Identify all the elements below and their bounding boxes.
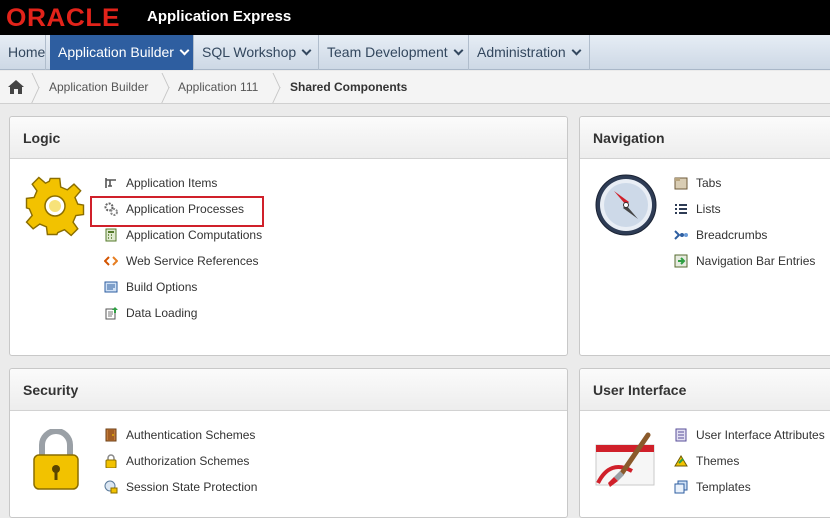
item-label: Templates xyxy=(696,480,751,494)
list-item[interactable]: Build Options xyxy=(104,278,197,296)
panel-title: Security xyxy=(10,369,567,411)
chevron-down-icon xyxy=(301,45,312,56)
tabs-icon xyxy=(674,176,688,190)
chevron-down-icon xyxy=(179,45,190,56)
item-label: Build Options xyxy=(126,280,198,294)
tab-label: SQL Workshop xyxy=(202,44,297,60)
list-item[interactable]: Application Items xyxy=(104,174,217,192)
session-protection-icon xyxy=(104,480,118,494)
list-item[interactable]: Data Loading xyxy=(104,304,197,322)
list-item[interactable]: Breadcrumbs xyxy=(674,226,767,244)
item-label: Web Service References xyxy=(126,254,259,268)
item-label: User Interface Attributes xyxy=(696,428,825,442)
list-item[interactable]: Authorization Schemes xyxy=(104,452,249,470)
tab-application-builder[interactable]: Application Builder xyxy=(50,35,194,70)
tab-team-development[interactable]: Team Development xyxy=(319,35,469,70)
security-panel: Security Authentication Schemes Authoriz… xyxy=(9,368,568,518)
lock-icon xyxy=(104,454,118,469)
tab-label: Home xyxy=(8,44,46,60)
templates-icon xyxy=(674,480,688,494)
main-nav: Home Application Builder SQL Workshop Te… xyxy=(0,35,830,70)
list-item[interactable]: Lists xyxy=(674,200,721,218)
breadcrumb-application-builder[interactable]: Application Builder xyxy=(49,71,148,104)
breadcrumbs-icon xyxy=(674,228,688,242)
navigation-bar-icon xyxy=(674,254,688,268)
web-service-icon xyxy=(103,254,119,268)
oracle-logo[interactable]: ORACLE xyxy=(6,4,120,32)
breadcrumb-application[interactable]: Application 111 xyxy=(178,71,258,104)
list-icon xyxy=(674,202,688,216)
breadcrumb-current: Shared Components xyxy=(290,80,408,94)
gear-icon xyxy=(24,175,86,240)
list-item[interactable]: Themes xyxy=(674,452,739,470)
item-label: Session State Protection xyxy=(126,480,258,494)
item-label: Lists xyxy=(696,202,721,216)
ui-attributes-icon xyxy=(674,428,688,442)
item-label: Authorization Schemes xyxy=(126,454,250,468)
user-interface-panel: User Interface User Interface Attributes… xyxy=(579,368,830,518)
item-label: Themes xyxy=(696,454,740,468)
list-item[interactable]: Authentication Schemes xyxy=(104,426,255,444)
panel-title: User Interface xyxy=(580,369,830,411)
item-label: Breadcrumbs xyxy=(696,228,768,242)
list-item[interactable]: Application Computations xyxy=(104,226,262,244)
breadcrumb: Application Builder Application 111 Shar… xyxy=(0,71,830,104)
padlock-icon xyxy=(30,428,82,494)
item-label: Application Items xyxy=(126,176,218,190)
list-item[interactable]: Tabs xyxy=(674,174,721,192)
tab-administration[interactable]: Administration xyxy=(469,35,590,70)
tab-sql-workshop[interactable]: SQL Workshop xyxy=(194,35,319,70)
panel-title: Logic xyxy=(10,117,567,159)
authentication-door-icon xyxy=(104,428,118,442)
list-item[interactable]: User Interface Attributes xyxy=(674,426,825,444)
calculator-icon xyxy=(104,228,118,242)
tab-label: Team Development xyxy=(327,44,448,60)
list-item[interactable]: Templates xyxy=(674,478,751,496)
chevron-down-icon xyxy=(571,45,582,56)
item-label: Data Loading xyxy=(126,306,198,320)
item-label: Application Computations xyxy=(126,228,263,242)
highlight-box xyxy=(90,196,264,227)
navigation-panel: Navigation Tabs Lists Breadcrumbs Naviga… xyxy=(579,116,830,356)
item-label: Authentication Schemes xyxy=(126,428,256,442)
tab-label: Administration xyxy=(477,44,566,60)
tab-home[interactable]: Home xyxy=(0,35,46,70)
item-label: Tabs xyxy=(696,176,722,190)
product-name: Application Express xyxy=(147,8,292,25)
tab-label: Application Builder xyxy=(58,44,174,60)
list-item[interactable]: Session State Protection xyxy=(104,478,257,496)
chevron-down-icon xyxy=(453,45,464,56)
list-item[interactable]: Navigation Bar Entries xyxy=(674,252,815,270)
list-item[interactable]: Web Service References xyxy=(103,252,259,270)
build-options-icon xyxy=(104,280,118,294)
logic-panel: Logic Application Items Application Proc… xyxy=(9,116,568,356)
themes-icon xyxy=(674,454,688,468)
paintbrush-icon xyxy=(592,429,658,492)
item-label: Navigation Bar Entries xyxy=(696,254,816,268)
compass-icon xyxy=(594,173,658,240)
panel-title: Navigation xyxy=(580,117,830,159)
app-header: ORACLE Application Express xyxy=(0,0,830,35)
data-loading-icon xyxy=(104,306,118,320)
application-items-icon xyxy=(104,176,118,190)
